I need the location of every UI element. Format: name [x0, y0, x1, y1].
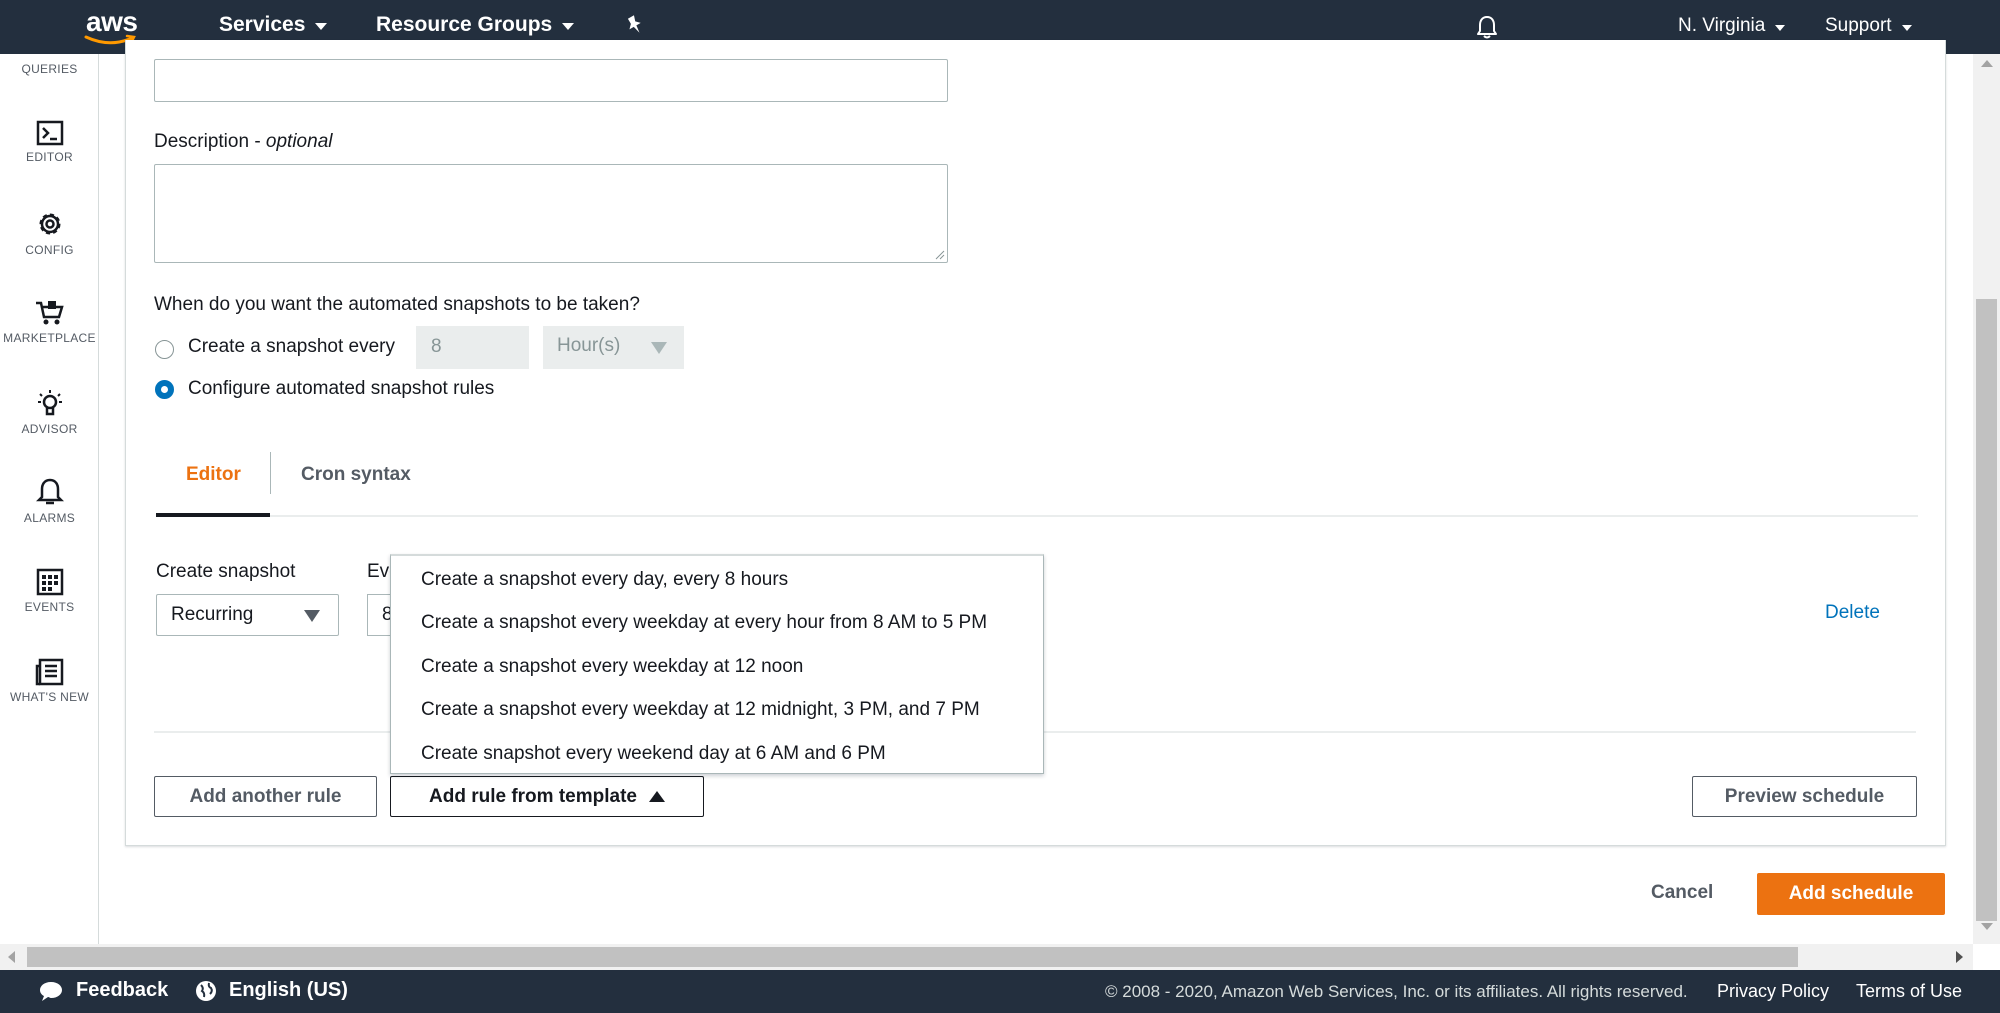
region-menu[interactable]: N. Virginia	[1678, 15, 1786, 37]
interval-unit-select[interactable]: Hour(s)	[543, 326, 684, 369]
support-menu[interactable]: Support	[1825, 15, 1912, 37]
description-label-text: Description -	[154, 131, 266, 152]
rail-label: MARKETPLACE	[3, 331, 96, 345]
cancel-button[interactable]: Cancel	[1651, 882, 1713, 904]
bell-icon	[35, 478, 64, 505]
support-label: Support	[1825, 15, 1892, 36]
resource-groups-menu[interactable]: Resource Groups	[376, 13, 575, 37]
chevron-down-icon	[1901, 24, 1912, 31]
add-rule-from-template-button[interactable]: Add rule from template	[390, 776, 704, 817]
vertical-scroll-thumb[interactable]	[1976, 299, 1997, 921]
rail-item-whats-new[interactable]: WHAT'S NEW	[0, 658, 99, 704]
feedback-button[interactable]: Feedback	[38, 979, 168, 1002]
delete-rule-link[interactable]: Delete	[1825, 602, 1880, 624]
globe-icon	[196, 980, 216, 1001]
gear-icon	[39, 213, 60, 235]
chevron-down-icon	[315, 23, 328, 30]
horizontal-scrollbar[interactable]	[0, 944, 1973, 970]
rail-label: CONFIG	[25, 243, 74, 257]
rail-item-marketplace[interactable]: MARKETPLACE	[0, 299, 99, 345]
vertical-scrollbar[interactable]	[1973, 54, 2000, 944]
terms-of-use-link[interactable]: Terms of Use	[1856, 981, 1962, 1002]
notifications-bell-icon[interactable]	[1475, 14, 1499, 40]
rail-item-queries[interactable]: QUERIES	[0, 58, 99, 76]
radio-configure-rules-label: Configure automated snapshot rules	[188, 378, 495, 399]
scroll-down-arrow-icon[interactable]	[1981, 923, 1993, 930]
radio-snapshot-every[interactable]	[155, 340, 174, 359]
add-rule-from-template-label: Add rule from template	[429, 785, 637, 807]
add-another-rule-label: Add another rule	[189, 785, 342, 807]
add-schedule-label: Add schedule	[1788, 883, 1914, 904]
snapshot-timing-question: When do you want the automated snapshots…	[154, 294, 640, 315]
description-textarea[interactable]	[154, 164, 948, 263]
services-label: Services	[219, 13, 306, 36]
chevron-down-icon	[562, 23, 575, 30]
rail-item-config[interactable]: CONFIG	[0, 209, 99, 257]
resize-grip-icon[interactable]	[935, 250, 945, 260]
rule-editor-tabs: Editor Cron syntax	[156, 450, 1918, 517]
left-service-rail: QUERIES EDITOR CONFIG MARKETPLACE ADVISO…	[0, 54, 99, 970]
tab-cron-syntax[interactable]: Cron syntax	[301, 464, 411, 486]
rail-label: EDITOR	[26, 150, 73, 164]
privacy-policy-link[interactable]: Privacy Policy	[1717, 981, 1829, 1002]
recurrence-select[interactable]: Recurring	[156, 594, 339, 636]
menu-item-template[interactable]: Create a snapshot every weekday at 12 no…	[421, 656, 803, 678]
newspaper-icon	[35, 658, 63, 686]
cart-icon	[35, 301, 64, 325]
scroll-left-arrow-icon[interactable]	[8, 951, 15, 963]
resource-groups-label: Resource Groups	[376, 13, 553, 36]
name-input[interactable]	[154, 59, 948, 102]
menu-item-template[interactable]: Create a snapshot every weekday at 12 mi…	[421, 699, 980, 721]
rail-label: WHAT'S NEW	[9, 690, 90, 704]
caret-up-icon	[648, 791, 665, 802]
dropdown-arrow-icon	[651, 342, 667, 354]
interval-number-input[interactable]: 8	[416, 326, 529, 369]
rail-label: ADVISOR	[21, 422, 78, 436]
active-tab-indicator	[156, 513, 270, 517]
rail-label: QUERIES	[21, 62, 78, 76]
copyright-text: © 2008 - 2020, Amazon Web Services, Inc.…	[1105, 982, 1688, 1001]
add-another-rule-button[interactable]: Add another rule	[154, 776, 377, 817]
feedback-label: Feedback	[76, 979, 169, 1001]
menu-item-template[interactable]: Create a snapshot every day, every 8 hou…	[421, 569, 788, 591]
create-snapshot-label: Create snapshot	[156, 561, 296, 582]
add-schedule-button[interactable]: Add schedule	[1757, 873, 1945, 915]
chevron-down-icon	[1775, 24, 1786, 31]
pin-icon[interactable]	[624, 14, 646, 38]
description-label: Description - optional	[154, 131, 332, 153]
dropdown-arrow-icon	[304, 610, 320, 622]
tab-divider	[270, 452, 271, 494]
horizontal-scroll-thumb[interactable]	[27, 947, 1798, 967]
language-selector[interactable]: English (US)	[195, 979, 348, 1002]
scroll-up-arrow-icon[interactable]	[1981, 60, 1993, 67]
terminal-icon	[36, 120, 63, 146]
tab-editor[interactable]: Editor	[186, 464, 241, 486]
rail-item-events[interactable]: EVENTS	[0, 568, 99, 614]
lightbulb-icon	[37, 390, 62, 416]
rail-item-editor[interactable]: EDITOR	[0, 120, 99, 164]
menu-item-template[interactable]: Create snapshot every weekend day at 6 A…	[421, 743, 886, 765]
calendar-grid-icon	[36, 568, 63, 596]
preview-schedule-button[interactable]: Preview schedule	[1692, 776, 1917, 817]
language-label: English (US)	[229, 979, 348, 1001]
speech-bubble-icon	[40, 981, 62, 1001]
interval-unit-value: Hour(s)	[557, 335, 621, 356]
region-label: N. Virginia	[1678, 15, 1766, 36]
console-footer: Feedback English (US) © 2008 - 2020, Ama…	[0, 970, 2000, 1013]
scroll-right-arrow-icon[interactable]	[1956, 951, 1963, 963]
rail-label: ALARMS	[23, 511, 76, 525]
menu-item-template[interactable]: Create a snapshot every weekday at every…	[421, 612, 987, 634]
optional-tag: optional	[265, 131, 333, 152]
radio-snapshot-every-label: Create a snapshot every	[188, 336, 396, 357]
preview-schedule-label: Preview schedule	[1724, 785, 1885, 807]
rail-item-advisor[interactable]: ADVISOR	[0, 388, 99, 436]
rule-template-menu: Create a snapshot every day, every 8 hou…	[390, 554, 1044, 774]
recurrence-value: Recurring	[171, 604, 254, 625]
rail-label: EVENTS	[24, 600, 75, 614]
services-menu[interactable]: Services	[219, 13, 328, 37]
rail-item-alarms[interactable]: ALARMS	[0, 477, 99, 525]
radio-configure-rules[interactable]	[155, 380, 174, 399]
